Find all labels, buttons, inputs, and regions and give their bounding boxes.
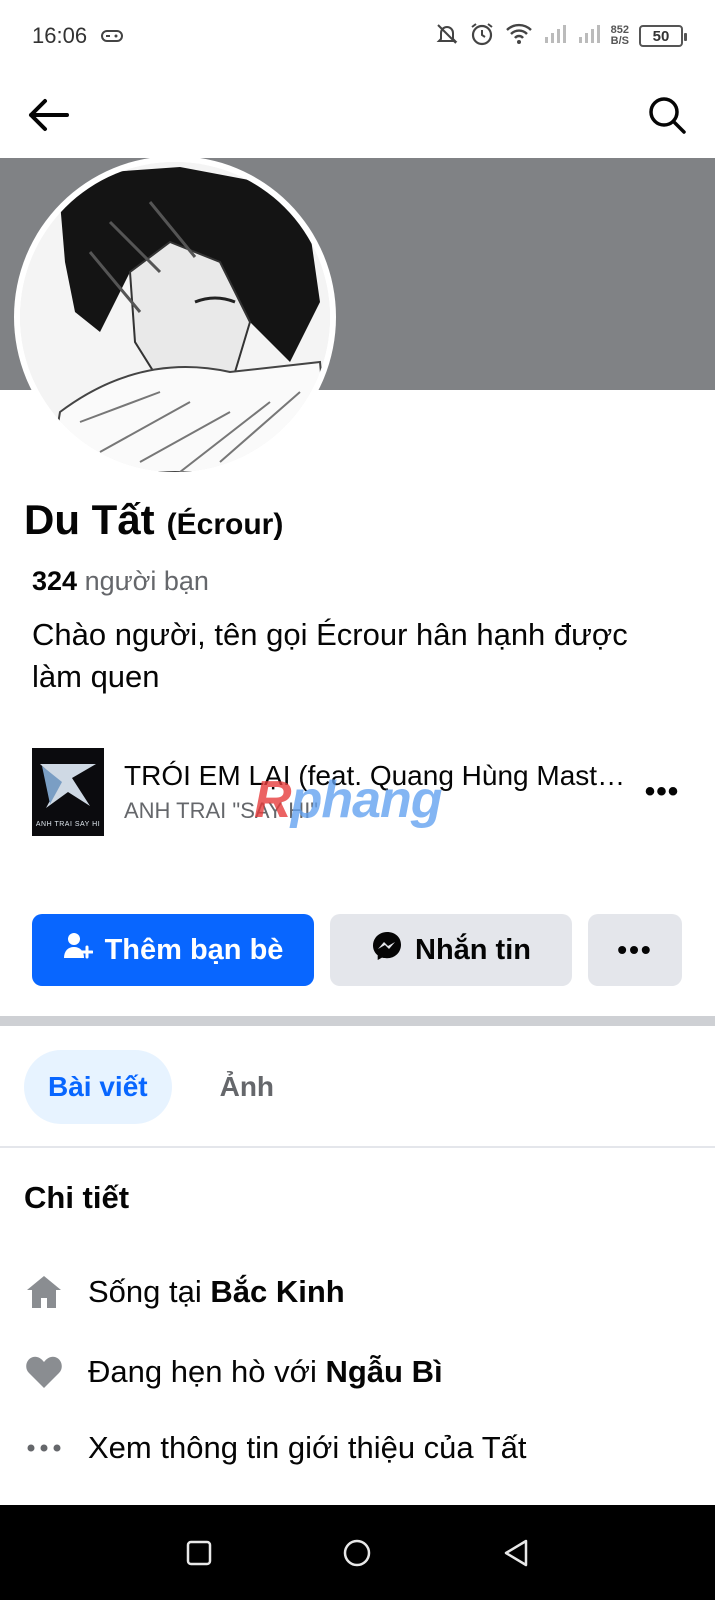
- top-nav-bar: [0, 72, 715, 158]
- watermark-first-letter: R: [254, 771, 292, 829]
- detail-lives-in[interactable]: Sống tại Bắc Kinh: [24, 1262, 684, 1322]
- alarm-icon: [469, 21, 495, 52]
- profile-bio: Chào người, tên gọi Écrour hân hạnh được…: [32, 617, 628, 694]
- back-button[interactable]: [486, 1523, 546, 1583]
- watermark-rest: phang: [290, 771, 443, 829]
- more-actions-button[interactable]: •••: [588, 914, 682, 986]
- search-icon[interactable]: [643, 91, 691, 139]
- relationship-prefix: Đang hẹn hò với: [88, 1354, 326, 1389]
- status-time: 16:06: [32, 23, 88, 48]
- details-title: Chi tiết: [24, 1180, 130, 1215]
- album-art-text: ANH TRAI SAY HI: [35, 821, 101, 828]
- friends-count-label: người bạn: [84, 566, 209, 596]
- tab-photos[interactable]: Ảnh: [196, 1050, 298, 1124]
- recent-apps-button[interactable]: [169, 1523, 229, 1583]
- gamepad-icon: [101, 23, 124, 49]
- detail-relationship-text: Đang hẹn hò với Ngẫu Bì: [88, 1354, 443, 1390]
- profile-name-row: Du Tất (Écrour): [24, 496, 283, 544]
- detail-relationship[interactable]: Đang hẹn hò với Ngẫu Bì: [24, 1342, 684, 1402]
- status-right: 852 B/S 50: [435, 21, 687, 52]
- system-navigation-bar: [0, 1505, 715, 1600]
- avatar-image: [20, 162, 330, 472]
- see-more-text: Xem thông tin giới thiệu của Tất: [88, 1430, 527, 1465]
- tabs-divider: [0, 1146, 715, 1148]
- status-bar: 16:06 852 B/S 50: [0, 0, 715, 72]
- detail-see-more[interactable]: Xem thông tin giới thiệu của Tất: [24, 1418, 684, 1478]
- heart-icon: [24, 1352, 64, 1392]
- music-more-button[interactable]: •••: [642, 775, 682, 809]
- battery-indicator: 50: [639, 25, 687, 47]
- relationship-value: Ngẫu Bì: [325, 1354, 443, 1389]
- album-art: ANH TRAI SAY HI: [32, 748, 104, 836]
- lives-prefix: Sống tại: [88, 1274, 211, 1309]
- mute-notification-icon: [435, 22, 459, 51]
- profile-alternate-name: (Écrour): [166, 508, 284, 541]
- detail-lives-text: Sống tại Bắc Kinh: [88, 1274, 345, 1310]
- message-button[interactable]: Nhắn tin: [330, 914, 572, 986]
- battery-level: 50: [652, 27, 670, 45]
- add-friend-icon: [63, 931, 94, 969]
- messenger-icon: [371, 930, 403, 970]
- network-speed-unit: B/S: [610, 35, 629, 47]
- tab-posts[interactable]: Bài viết: [24, 1050, 172, 1124]
- arrow-left-icon[interactable]: [24, 91, 72, 139]
- signal-icon-1: [543, 23, 567, 50]
- lives-value: Bắc Kinh: [210, 1274, 345, 1309]
- message-label: Nhắn tin: [415, 933, 531, 966]
- add-friend-button[interactable]: Thêm bạn bè: [32, 914, 314, 986]
- network-speed: 852 B/S: [611, 25, 629, 47]
- home-icon: [24, 1272, 64, 1312]
- profile-tabs: Bài viết Ảnh: [24, 1050, 298, 1124]
- add-friend-label: Thêm bạn bè: [104, 933, 284, 966]
- signal-icon-2: [577, 23, 601, 50]
- friends-count-value: 324: [32, 566, 78, 596]
- watermark-logo: Rphang: [254, 770, 443, 830]
- status-left: 16:06: [32, 23, 124, 49]
- profile-avatar[interactable]: [14, 156, 336, 478]
- home-button[interactable]: [327, 1523, 387, 1583]
- ellipsis-icon: [24, 1428, 64, 1468]
- profile-name: Du Tất: [24, 496, 155, 543]
- wifi-icon: [505, 22, 533, 51]
- section-divider: [0, 1016, 715, 1026]
- friends-count[interactable]: 324 người bạn: [32, 566, 209, 597]
- profile-actions: Thêm bạn bè Nhắn tin •••: [32, 914, 684, 986]
